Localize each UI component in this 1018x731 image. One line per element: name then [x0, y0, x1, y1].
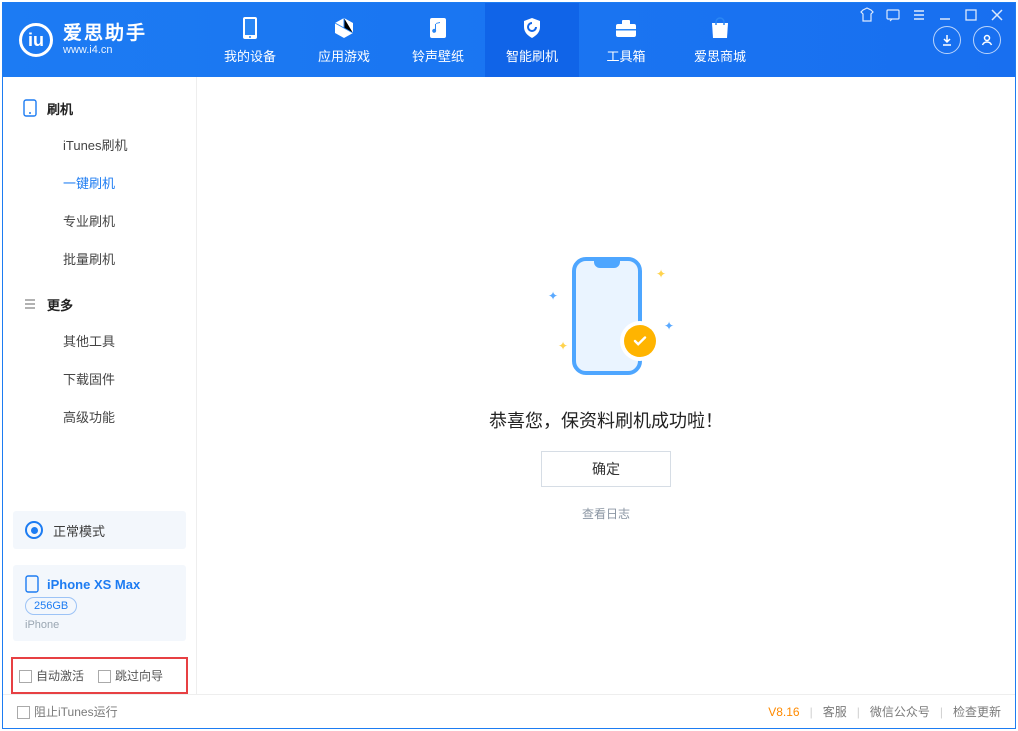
sidebar-item-batch-flash[interactable]: 批量刷机 [3, 239, 196, 277]
phone-icon [238, 16, 262, 40]
maximize-icon[interactable] [963, 7, 979, 23]
app-subtitle: www.i4.cn [63, 44, 147, 56]
download-icon[interactable] [933, 26, 961, 54]
footer-link-wechat[interactable]: 微信公众号 [870, 703, 930, 720]
main-nav: 我的设备 应用游戏 铃声壁纸 智能刷机 工具箱 爱思商城 [203, 3, 767, 77]
sidebar-item-advanced[interactable]: 高级功能 [3, 397, 196, 435]
mode-label: 正常模式 [53, 521, 105, 540]
nav-label: 我的设备 [224, 46, 276, 65]
mode-indicator-icon [25, 521, 43, 539]
option-auto-activate[interactable]: 自动激活 [19, 667, 84, 684]
nav-apps-games[interactable]: 应用游戏 [297, 3, 391, 77]
logo-icon: iu [19, 23, 53, 57]
device-card[interactable]: iPhone XS Max 256GB iPhone [13, 565, 186, 641]
nav-label: 应用游戏 [318, 46, 370, 65]
user-icon[interactable] [973, 26, 1001, 54]
nav-toolbox[interactable]: 工具箱 [579, 3, 673, 77]
footer-link-support[interactable]: 客服 [823, 703, 847, 720]
shirt-icon[interactable] [859, 7, 875, 23]
window-controls [859, 7, 1005, 23]
nav-label: 智能刷机 [506, 46, 558, 65]
sidebar-item-download-fw[interactable]: 下载固件 [3, 359, 196, 397]
success-illustration: ✦ ✦ ✦ ✦ [546, 249, 666, 389]
device-storage-badge: 256GB [25, 597, 77, 615]
shield-icon [520, 16, 544, 40]
header-bar: iu 爱思助手 www.i4.cn 我的设备 应用游戏 铃声壁纸 智能刷机 [3, 3, 1015, 77]
cube-icon [332, 16, 356, 40]
logo: iu 爱思助手 www.i4.cn [3, 3, 203, 77]
footer: 阻止iTunes运行 V8.16 | 客服 | 微信公众号 | 检查更新 [3, 694, 1015, 728]
feedback-icon[interactable] [885, 7, 901, 23]
nav-label: 工具箱 [606, 46, 645, 65]
success-message: 恭喜您，保资料刷机成功啦！ [489, 407, 723, 433]
nav-label: 铃声壁纸 [412, 46, 464, 65]
version-label: V8.16 [768, 705, 799, 719]
phone-small-icon [25, 575, 39, 593]
nav-store[interactable]: 爱思商城 [673, 3, 767, 77]
checkbox-icon [17, 706, 30, 719]
checkbox-icon [19, 670, 32, 683]
view-log-link[interactable]: 查看日志 [582, 505, 630, 522]
check-badge-icon [624, 325, 656, 357]
device-icon [23, 99, 37, 117]
nav-my-device[interactable]: 我的设备 [203, 3, 297, 77]
toolbox-icon [614, 16, 638, 40]
sidebar-group-more: 更多 [3, 287, 196, 321]
confirm-button[interactable]: 确定 [541, 451, 671, 487]
app-window: iu 爱思助手 www.i4.cn 我的设备 应用游戏 铃声壁纸 智能刷机 [2, 2, 1016, 729]
main-content: ✦ ✦ ✦ ✦ 恭喜您，保资料刷机成功啦！ 确定 查看日志 [197, 77, 1015, 694]
close-icon[interactable] [989, 7, 1005, 23]
list-icon [23, 297, 37, 311]
option-block-itunes[interactable]: 阻止iTunes运行 [17, 703, 118, 720]
sidebar: 刷机 iTunes刷机 一键刷机 专业刷机 批量刷机 更多 其他工具 下载固件 … [3, 77, 197, 694]
footer-link-update[interactable]: 检查更新 [953, 703, 1001, 720]
menu-icon[interactable] [911, 7, 927, 23]
app-title: 爱思助手 [63, 24, 147, 45]
sidebar-item-pro-flash[interactable]: 专业刷机 [3, 201, 196, 239]
sidebar-item-other-tools[interactable]: 其他工具 [3, 321, 196, 359]
music-icon [426, 16, 450, 40]
bag-icon [708, 16, 732, 40]
device-type: iPhone [25, 619, 174, 631]
device-name: iPhone XS Max [47, 577, 140, 592]
sidebar-group-flash: 刷机 [3, 91, 196, 125]
nav-flash[interactable]: 智能刷机 [485, 3, 579, 77]
minimize-icon[interactable] [937, 7, 953, 23]
option-skip-guide[interactable]: 跳过向导 [98, 667, 163, 684]
nav-label: 爱思商城 [694, 46, 746, 65]
flash-options-box: 自动激活 跳过向导 [11, 657, 188, 694]
mode-card[interactable]: 正常模式 [13, 511, 186, 549]
sidebar-item-oneclick-flash[interactable]: 一键刷机 [3, 163, 196, 201]
checkbox-icon [98, 670, 111, 683]
group-title: 更多 [47, 295, 73, 314]
sidebar-item-itunes-flash[interactable]: iTunes刷机 [3, 125, 196, 163]
nav-ringtones[interactable]: 铃声壁纸 [391, 3, 485, 77]
phone-illustration-icon [572, 257, 642, 375]
group-title: 刷机 [47, 99, 73, 118]
body: 刷机 iTunes刷机 一键刷机 专业刷机 批量刷机 更多 其他工具 下载固件 … [3, 77, 1015, 694]
